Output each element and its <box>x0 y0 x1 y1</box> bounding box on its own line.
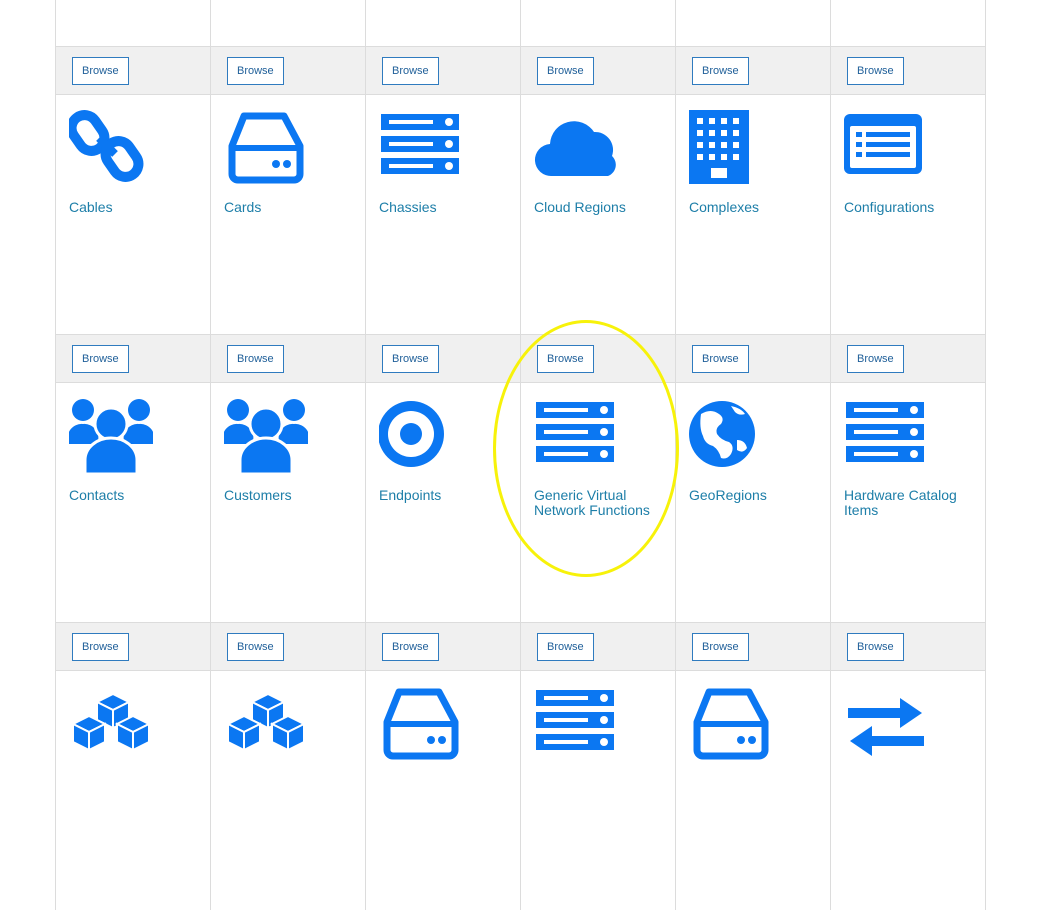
exchange-arrows-icon <box>844 684 928 762</box>
browse-button[interactable]: Browse <box>72 633 129 661</box>
hard-drive-icon <box>379 684 463 762</box>
tile-cards[interactable]: Cards Browse <box>210 94 366 382</box>
tile-label[interactable]: Cloud Regions <box>534 200 669 215</box>
browse-button[interactable]: Browse <box>692 345 749 373</box>
grid-row: Cables Browse Cards Browse Chassies Brow… <box>55 94 991 382</box>
tile-generic-virtual-network-functions[interactable]: Generic Virtual Network Functions Browse <box>520 382 676 670</box>
resource-tile: Browse <box>210 0 366 94</box>
tile-label[interactable]: GeoRegions <box>689 488 824 503</box>
tile-customers[interactable]: Customers Browse <box>210 382 366 670</box>
resource-tile: Browse <box>830 0 986 94</box>
browse-button[interactable]: Browse <box>537 345 594 373</box>
browse-button[interactable]: Browse <box>227 57 284 85</box>
resource-tile: Browse <box>520 0 676 94</box>
browse-button[interactable]: Browse <box>382 57 439 85</box>
resource-tile[interactable] <box>365 670 521 910</box>
tile-label[interactable]: Complexes <box>689 200 824 215</box>
browse-button[interactable]: Browse <box>537 633 594 661</box>
tile-contacts[interactable]: Contacts Browse <box>55 382 211 670</box>
tile-label[interactable]: Customers <box>224 488 359 503</box>
hard-drive-icon <box>689 684 773 762</box>
tile-label[interactable]: Hardware Catalog Items <box>844 488 979 518</box>
resource-tile[interactable] <box>55 670 211 910</box>
resource-tile: Browse <box>55 0 211 94</box>
globe-icon <box>689 396 773 474</box>
cubes-icon <box>69 684 153 762</box>
browse-button[interactable]: Browse <box>692 57 749 85</box>
cloud-icon <box>534 108 618 186</box>
hard-drive-icon <box>224 108 308 186</box>
tile-label[interactable]: Generic Virtual Network Functions <box>534 488 669 518</box>
grid-row: Contacts Browse Customers Browse Endpoin… <box>55 382 991 670</box>
tile-label[interactable]: Cables <box>69 200 204 215</box>
resource-tile: Browse <box>365 0 521 94</box>
grid-row: Browse Browse Browse Browse Browse Brows… <box>55 0 991 94</box>
users-group-icon <box>69 396 153 474</box>
tile-endpoints[interactable]: Endpoints Browse <box>365 382 521 670</box>
browse-button[interactable]: Browse <box>227 633 284 661</box>
users-group-icon <box>224 396 308 474</box>
server-rack-icon <box>534 396 618 474</box>
tile-label[interactable]: Cards <box>224 200 359 215</box>
list-window-icon <box>844 108 928 186</box>
tile-cables[interactable]: Cables Browse <box>55 94 211 382</box>
browse-button[interactable]: Browse <box>227 345 284 373</box>
resource-tile: Browse <box>675 0 831 94</box>
browse-button[interactable]: Browse <box>847 345 904 373</box>
tile-configurations[interactable]: Configurations Browse <box>830 94 986 382</box>
tile-complexes[interactable]: Complexes Browse <box>675 94 831 382</box>
resource-tile[interactable] <box>210 670 366 910</box>
resource-tile[interactable] <box>675 670 831 910</box>
tile-chassies[interactable]: Chassies Browse <box>365 94 521 382</box>
resource-tile[interactable] <box>520 670 676 910</box>
chain-link-icon <box>69 108 153 186</box>
tile-georegions[interactable]: GeoRegions Browse <box>675 382 831 670</box>
grid-row <box>55 670 991 910</box>
resource-tile[interactable] <box>830 670 986 910</box>
browse-button[interactable]: Browse <box>72 57 129 85</box>
browse-button[interactable]: Browse <box>72 345 129 373</box>
tile-hardware-catalog-items[interactable]: Hardware Catalog Items Browse <box>830 382 986 670</box>
cubes-icon <box>224 684 308 762</box>
server-rack-icon <box>534 684 618 762</box>
tile-label[interactable]: Contacts <box>69 488 204 503</box>
server-rack-icon <box>844 396 928 474</box>
building-icon <box>689 108 773 186</box>
tile-label[interactable]: Configurations <box>844 200 979 215</box>
browse-button[interactable]: Browse <box>847 633 904 661</box>
browse-button[interactable]: Browse <box>537 57 594 85</box>
browse-button[interactable]: Browse <box>382 345 439 373</box>
browse-button[interactable]: Browse <box>692 633 749 661</box>
tile-cloud-regions[interactable]: Cloud Regions Browse <box>520 94 676 382</box>
browse-button[interactable]: Browse <box>382 633 439 661</box>
tile-label[interactable]: Chassies <box>379 200 514 215</box>
resource-grid: Browse Browse Browse Browse Browse Brows… <box>55 0 991 910</box>
tile-label[interactable]: Endpoints <box>379 488 514 503</box>
target-icon <box>379 396 463 474</box>
browse-button[interactable]: Browse <box>847 57 904 85</box>
server-rack-icon <box>379 108 463 186</box>
